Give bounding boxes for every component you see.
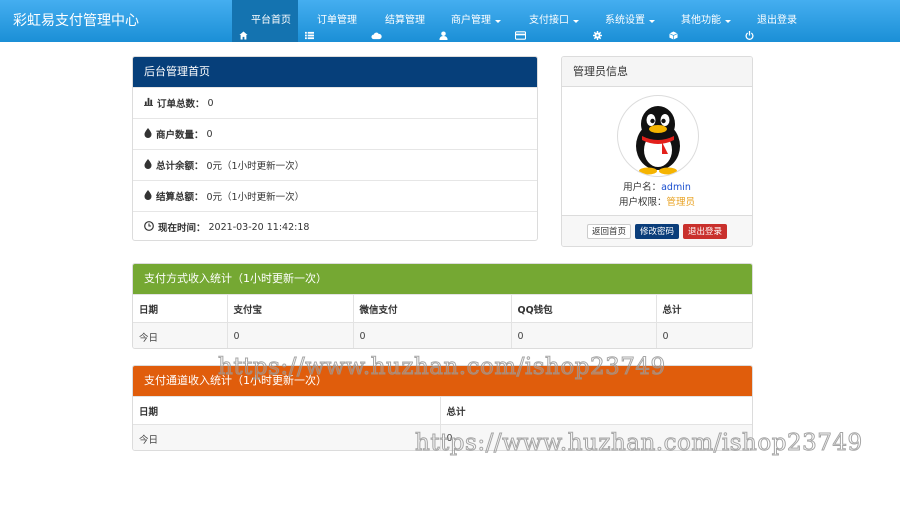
nav-other-functions[interactable]: 其他功能: [662, 0, 738, 42]
nav-payment-api-label: 支付接口: [529, 15, 569, 26]
channel-stats-title: 支付通道收入统计（1小时更新一次）: [133, 366, 752, 396]
credit-card-icon: [514, 17, 527, 40]
cell-wechat: 0: [352, 322, 511, 348]
chevron-down-icon: [573, 19, 579, 23]
merchant-count-row: 商户数量： 0: [133, 118, 537, 149]
chevron-down-icon: [725, 19, 731, 23]
total-balance-label: 总计余额：: [156, 161, 204, 172]
col-header-alipay: 支付宝: [226, 294, 353, 323]
nav-orders[interactable]: 订单管理: [298, 0, 364, 42]
table-row: 今日 0 0 0 0: [133, 322, 752, 348]
role-line: 用户权限：管理员: [562, 194, 752, 208]
drop-icon: [144, 189, 152, 203]
nav-settlement[interactable]: 结算管理: [364, 0, 432, 42]
cloud-icon: [371, 17, 382, 39]
admin-home-title: 后台管理首页: [133, 57, 537, 87]
role-value: 管理员: [666, 197, 696, 208]
nav-home-label: 平台首页: [251, 15, 291, 26]
cell-total: 0: [439, 424, 752, 450]
order-count-row: 订单总数： 0: [133, 87, 537, 118]
change-password-button[interactable]: 修改密码: [634, 224, 679, 239]
col-header-total: 总计: [439, 396, 752, 425]
cube-icon: [669, 17, 678, 40]
main-nav: 平台首页 订单管理 结算管理 商户管理 支付接口 系统设置 其他功能 退出登录: [232, 0, 804, 42]
drop-icon: [144, 127, 152, 141]
drop-icon: [144, 158, 152, 172]
col-header-total: 总计: [655, 294, 752, 323]
settlement-total-label: 结算总额：: [156, 192, 204, 203]
username-label: 用户名：: [623, 182, 662, 193]
clock-icon: [144, 220, 154, 234]
list-icon: [305, 17, 314, 39]
nav-merchants-label: 商户管理: [451, 15, 491, 26]
nav-logout[interactable]: 退出登录: [738, 0, 804, 42]
admin-actions: 返回首页 修改密码 退出登录: [562, 215, 752, 246]
order-count-label: 订单总数：: [157, 99, 205, 110]
total-balance-row: 总计余额： 0元（1小时更新一次）: [133, 149, 537, 180]
current-time-label: 现在时间：: [158, 223, 206, 234]
home-icon: [239, 17, 248, 40]
nav-payment-api[interactable]: 支付接口: [508, 0, 586, 42]
bar-chart-icon: [144, 97, 153, 109]
payment-method-stats-title: 支付方式收入统计（1小时更新一次）: [133, 264, 752, 294]
username-value: admin: [661, 182, 691, 193]
total-balance-value: 0元（1小时更新一次）: [206, 161, 305, 172]
col-header-qqwallet: QQ钱包: [510, 294, 656, 323]
role-label: 用户权限：: [618, 197, 667, 208]
merchant-count-value: 0: [206, 128, 213, 140]
current-time-value: 2021-03-20 11:42:18: [208, 221, 310, 233]
nav-merchants[interactable]: 商户管理: [432, 0, 508, 42]
admin-home-panel: 后台管理首页 订单总数： 0 商户数量： 0 总计余额： 0元（1小时更新一次）…: [132, 56, 538, 241]
table-row: 今日 0: [133, 424, 752, 450]
back-home-button[interactable]: 返回首页: [586, 224, 631, 239]
logout-button[interactable]: 退出登录: [683, 224, 728, 239]
col-header-date: 日期: [133, 396, 440, 425]
cell-alipay: 0: [226, 322, 353, 348]
nav-home[interactable]: 平台首页: [232, 0, 298, 42]
payment-method-stats-table: 日期 支付宝 微信支付 QQ钱包 总计 今日 0 0 0 0: [133, 294, 752, 348]
user-icon: [439, 17, 448, 40]
merchant-count-label: 商户数量：: [156, 130, 204, 141]
nav-orders-label: 订单管理: [317, 15, 357, 26]
cell-total: 0: [655, 322, 752, 348]
top-navbar: 彩虹易支付管理中心 平台首页 订单管理 结算管理 商户管理 支付接口 系统设置: [0, 0, 900, 42]
order-count-value: 0: [207, 97, 214, 109]
channel-stats-table: 日期 总计 今日 0: [133, 396, 752, 450]
nav-logout-label: 退出登录: [757, 15, 797, 26]
settlement-total-value: 0元（1小时更新一次）: [206, 192, 305, 203]
cell-date: 今日: [133, 424, 440, 450]
cell-date: 今日: [133, 322, 227, 348]
settlement-total-row: 结算总额： 0元（1小时更新一次）: [133, 180, 537, 211]
nav-settlement-label: 结算管理: [385, 15, 425, 26]
gear-icon: [593, 17, 602, 40]
table-header-row: 日期 支付宝 微信支付 QQ钱包 总计: [133, 294, 752, 323]
col-header-date: 日期: [133, 294, 227, 323]
penguin-avatar-icon: [636, 106, 680, 175]
cell-qqwallet: 0: [510, 322, 656, 348]
chevron-down-icon: [495, 19, 501, 23]
nav-system-settings-label: 系统设置: [605, 15, 645, 26]
avatar: [617, 95, 699, 177]
admin-info-panel: 管理员信息 用户名：admin 用户权限：管理员 返回首页 修改密码 退出登录: [561, 56, 753, 247]
current-time-row: 现在时间： 2021-03-20 11:42:18: [133, 211, 537, 240]
username-line: 用户名：admin: [562, 179, 752, 193]
payment-method-stats-panel: 支付方式收入统计（1小时更新一次） 日期 支付宝 微信支付 QQ钱包 总计 今日…: [132, 263, 753, 349]
chevron-down-icon: [649, 19, 655, 23]
nav-system-settings[interactable]: 系统设置: [586, 0, 662, 42]
brand-title[interactable]: 彩虹易支付管理中心: [13, 0, 139, 42]
channel-stats-panel: 支付通道收入统计（1小时更新一次） 日期 总计 今日 0: [132, 365, 753, 451]
nav-other-functions-label: 其他功能: [681, 15, 721, 26]
admin-info-title: 管理员信息: [562, 57, 752, 87]
table-header-row: 日期 总计: [133, 396, 752, 425]
col-header-wechat: 微信支付: [352, 294, 511, 323]
power-icon: [745, 17, 754, 40]
